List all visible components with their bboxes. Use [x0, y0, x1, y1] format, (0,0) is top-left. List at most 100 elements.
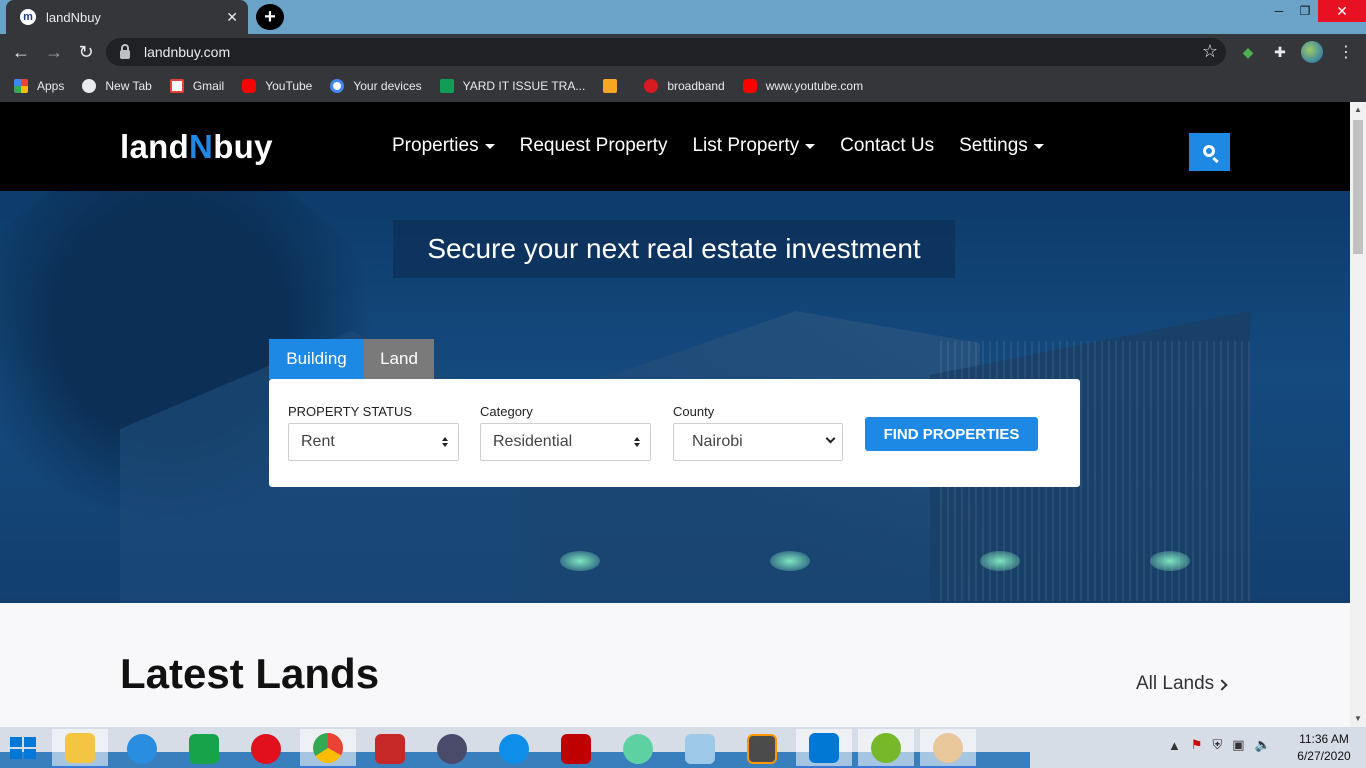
taskbar-sublime-text[interactable]	[734, 729, 790, 768]
nav-list-property[interactable]: List Property	[692, 135, 816, 157]
site-favicon-icon: m	[20, 9, 36, 25]
utorrent-icon	[871, 732, 901, 763]
bookmark-your-devices[interactable]: Your devices	[330, 79, 422, 93]
tab-title: landNbuy	[46, 9, 101, 25]
bookmark-youtube-com[interactable]: www.youtube.com	[742, 79, 863, 93]
windows-start-icon[interactable]	[10, 737, 36, 759]
property-status-select[interactable]: Rent	[288, 423, 459, 461]
teamviewer-icon	[499, 733, 529, 764]
property-status-label: PROPERTY STATUS	[288, 404, 413, 419]
browser-tab[interactable]: m landNbuy ✕	[6, 0, 248, 34]
county-select[interactable]: Nairobi	[673, 423, 843, 461]
extension-icon[interactable]: ◆	[1238, 42, 1258, 62]
bookmark-broadband[interactable]: broadband	[644, 79, 725, 93]
address-bar[interactable]: landnbuy.com ☆	[106, 38, 1226, 66]
clock-date: 6/27/2020	[1297, 749, 1351, 763]
filezilla-icon	[561, 733, 591, 764]
caret-down-icon	[484, 143, 495, 149]
taskbar-app-red[interactable]	[362, 729, 418, 768]
internet-explorer-icon	[127, 733, 157, 764]
store-icon	[189, 733, 219, 764]
page-viewport: landNbuy Properties Request Property Lis…	[0, 102, 1350, 727]
sheets-icon	[439, 79, 454, 93]
lock-icon[interactable]	[120, 43, 130, 59]
taskbar-store[interactable]	[176, 729, 232, 768]
tab-building[interactable]: Building	[269, 339, 364, 379]
search-icon	[1202, 145, 1215, 157]
profile-avatar[interactable]	[1301, 41, 1323, 63]
hero-banner: Secure your next real estate investment …	[0, 191, 1350, 603]
nav-contact-us[interactable]: Contact Us	[840, 135, 934, 157]
bookmark-apps[interactable]: Apps	[14, 79, 64, 93]
extensions-puzzle-icon[interactable]: ✚	[1270, 42, 1290, 62]
gmail-icon	[169, 79, 184, 93]
taskbar-notepad[interactable]	[672, 729, 728, 768]
taskbar-teamviewer[interactable]	[486, 729, 542, 768]
bookmark-gmail[interactable]: Gmail	[169, 79, 224, 93]
security-icon[interactable]: ⛨	[1213, 737, 1223, 753]
sublime-text-icon	[747, 733, 777, 764]
site-logo[interactable]: landNbuy	[120, 128, 273, 166]
bookmark-youtube[interactable]: YouTube	[242, 79, 312, 93]
paint-icon	[933, 732, 963, 763]
taskbar-opera[interactable]	[238, 729, 294, 768]
new-tab-button[interactable]: +	[256, 4, 284, 30]
page-scrollbar[interactable]: ▲ ▼	[1350, 102, 1366, 727]
taskbar-filezilla[interactable]	[548, 729, 604, 768]
bookmark-yard-it[interactable]: YARD IT ISSUE TRA...	[439, 79, 585, 93]
youtube-icon	[242, 79, 257, 93]
apps-icon	[14, 79, 28, 93]
globe-icon	[82, 79, 97, 93]
property-search-form: PROPERTY STATUS Rent Category Residentia…	[269, 379, 1080, 487]
taskbar-vscode[interactable]	[796, 729, 852, 768]
taskbar-atom[interactable]	[610, 729, 666, 768]
system-tray: ▲ ⚑ ⛨ ▣ 🔈	[1168, 737, 1271, 753]
chrome-icon	[313, 732, 343, 763]
yard-icon	[603, 79, 618, 93]
scroll-down-icon[interactable]: ▼	[1350, 711, 1366, 727]
window-maximize-button[interactable]: ❐	[1290, 0, 1320, 22]
volume-icon[interactable]: 🔈	[1255, 737, 1271, 753]
category-select[interactable]: Residential	[480, 423, 651, 461]
nav-settings[interactable]: Settings	[959, 135, 1044, 157]
select-arrows-icon	[634, 437, 640, 447]
scroll-thumb[interactable]	[1353, 120, 1363, 254]
chrome-menu-icon[interactable]: ⋮	[1336, 42, 1356, 62]
reload-button[interactable]: ↻	[74, 40, 98, 64]
bookmark-yard[interactable]	[603, 79, 626, 93]
bookmark-new-tab[interactable]: New Tab	[82, 79, 152, 93]
scroll-up-icon[interactable]: ▲	[1350, 102, 1366, 118]
find-properties-button[interactable]: FIND PROPERTIES	[865, 417, 1038, 451]
google-icon	[330, 79, 345, 93]
taskbar-clock[interactable]: 11:36 AM 6/27/2020	[1290, 731, 1358, 765]
broadband-icon	[644, 79, 659, 93]
taskbar-obs[interactable]	[424, 729, 480, 768]
bookmark-star-icon[interactable]: ☆	[1202, 41, 1218, 62]
forward-button[interactable]: →	[42, 40, 66, 64]
back-button[interactable]: ←	[9, 40, 33, 64]
taskbar-file-explorer[interactable]	[52, 729, 108, 768]
tab-land[interactable]: Land	[364, 339, 434, 379]
url-text[interactable]: landnbuy.com	[144, 44, 230, 60]
tray-expand-icon[interactable]: ▲	[1168, 738, 1181, 753]
browser-tab-strip: m landNbuy ✕ + ─ ❐ ✕	[0, 0, 1366, 34]
site-navbar: landNbuy Properties Request Property Lis…	[0, 102, 1350, 191]
network-icon[interactable]: ▣	[1232, 737, 1244, 753]
window-close-button[interactable]: ✕	[1318, 0, 1366, 22]
nav-properties[interactable]: Properties	[392, 135, 495, 157]
action-flag-icon[interactable]: ⚑	[1191, 737, 1203, 753]
taskbar-utorrent[interactable]	[858, 729, 914, 768]
taskbar-chrome[interactable]	[300, 729, 356, 768]
all-lands-link[interactable]: All Lands	[1136, 673, 1228, 695]
app-icon	[375, 733, 405, 764]
bookmarks-bar: Apps New Tab Gmail YouTube Your devices …	[0, 70, 1366, 102]
opera-icon	[251, 733, 281, 764]
site-search-button[interactable]	[1189, 133, 1230, 171]
taskbar-paint[interactable]	[920, 729, 976, 768]
atom-icon	[623, 733, 653, 764]
taskbar-internet-explorer[interactable]	[114, 729, 170, 768]
tab-close-icon[interactable]: ✕	[226, 9, 238, 26]
nav-request-property[interactable]: Request Property	[520, 135, 668, 157]
select-arrows-icon	[442, 437, 448, 447]
latest-lands-title: Latest Lands	[120, 650, 380, 697]
